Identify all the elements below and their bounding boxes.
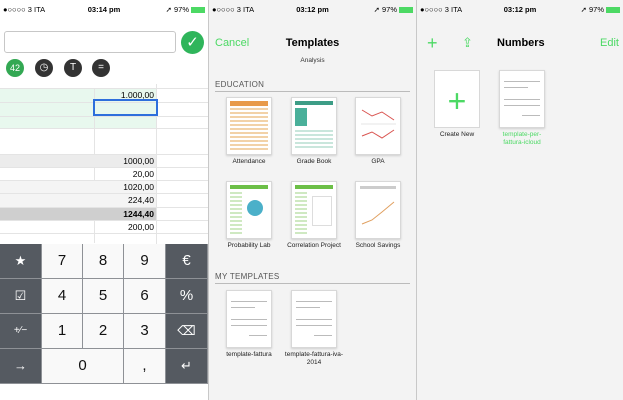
key-3[interactable]: 3 xyxy=(124,314,166,349)
percent-key[interactable]: % xyxy=(166,279,208,314)
template-label: template-fattura-iva-2014 xyxy=(284,351,344,366)
status-bar: ●○○○○ 3 ITA 03:12 pm ➚ 97% xyxy=(417,0,623,20)
battery-icon xyxy=(399,7,413,14)
template-label: GPA xyxy=(371,158,385,165)
number-format-button[interactable]: 42 xyxy=(6,59,24,77)
cell-value-total[interactable]: 1244,40 xyxy=(94,209,154,219)
euro-key[interactable]: € xyxy=(166,244,208,279)
gpa-chart-thumbnail xyxy=(361,109,396,139)
cell-value[interactable]: 1020,00 xyxy=(94,182,154,192)
battery-icon xyxy=(606,7,620,14)
templates-panel: ●○○○○ 3 ITA 03:12 pm ➚ 97% Cancel Templa… xyxy=(208,0,416,400)
active-cell[interactable] xyxy=(93,99,158,116)
key-6[interactable]: 6 xyxy=(124,279,166,314)
create-new-button[interactable]: + xyxy=(434,70,480,128)
numeric-keypad: ★ 7 8 9 € ☑ 4 5 6 % +∕− 1 2 3 ⌫ → 0 , ↵ xyxy=(0,244,208,384)
savings-chart-thumbnail xyxy=(361,201,395,225)
favorite-key[interactable]: ★ xyxy=(0,244,42,279)
key-8[interactable]: 8 xyxy=(83,244,124,279)
template-gpa[interactable] xyxy=(355,97,401,155)
documents-panel: ●○○○○ 3 ITA 03:12 pm ➚ 97% + ⇪ Numbers E… xyxy=(416,0,623,400)
key-1[interactable]: 1 xyxy=(42,314,83,349)
template-label: Probability Lab xyxy=(227,242,271,249)
clock-icon[interactable]: ◷ xyxy=(35,59,53,77)
document-label: template-per-fattura-icloud xyxy=(502,131,542,146)
document-template-per-fattura-icloud[interactable] xyxy=(499,70,545,128)
key-5[interactable]: 5 xyxy=(83,279,124,314)
template-school-savings[interactable] xyxy=(355,181,401,239)
page-title: Numbers xyxy=(497,37,545,49)
add-icon[interactable]: + xyxy=(427,33,438,54)
spreadsheet-editor-panel: ●○○○○ 3 ITA 03:14 pm ➚ 97% ✓ 42 ◷ T = 1.… xyxy=(0,0,208,400)
key-4[interactable]: 4 xyxy=(42,279,83,314)
template-label: School Savings xyxy=(355,242,401,249)
cell-value[interactable]: 224,40 xyxy=(94,195,154,205)
battery-icon xyxy=(191,7,205,14)
template-grade-book[interactable] xyxy=(291,97,337,155)
return-key[interactable]: ↵ xyxy=(166,349,208,384)
template-label: Grade Book xyxy=(296,158,332,165)
plus-icon: + xyxy=(447,83,467,119)
share-icon[interactable]: ⇪ xyxy=(462,35,473,51)
page-title: Templates xyxy=(285,37,340,49)
section-header-education: EDUCATION xyxy=(215,80,265,89)
next-cell-key[interactable]: → xyxy=(0,349,42,384)
template-attendance[interactable] xyxy=(226,97,272,155)
backspace-icon[interactable]: ⌫ xyxy=(166,314,208,349)
format-toolbar: 42 ◷ T = xyxy=(0,59,208,81)
template-correlation-project[interactable] xyxy=(291,181,337,239)
formula-input[interactable] xyxy=(4,31,176,53)
key-0[interactable]: 0 xyxy=(42,349,124,384)
cell-value[interactable]: 20,00 xyxy=(94,169,154,179)
key-9[interactable]: 9 xyxy=(124,244,166,279)
template-label: Correlation Project xyxy=(287,242,341,249)
previous-section-label: Analysis xyxy=(300,57,325,64)
section-header-my-templates: MY TEMPLATES xyxy=(215,272,280,281)
edit-button[interactable]: Edit xyxy=(600,37,619,49)
template-fattura[interactable] xyxy=(226,290,272,348)
template-fattura-iva-2014[interactable] xyxy=(291,290,337,348)
battery-indicator: ➚ 97% xyxy=(581,0,620,20)
key-2[interactable]: 2 xyxy=(83,314,124,349)
text-format-icon[interactable]: T xyxy=(64,59,82,77)
template-probability-lab[interactable] xyxy=(226,181,272,239)
cell-value[interactable]: 1000,00 xyxy=(94,156,154,166)
battery-indicator: ➚ 97% xyxy=(374,0,413,20)
battery-indicator: ➚ 97% xyxy=(166,0,205,20)
create-new-label: Create New xyxy=(439,131,475,138)
cell-value[interactable]: 200,00 xyxy=(94,222,154,232)
template-label: template-fattura xyxy=(226,351,272,358)
comma-key[interactable]: , xyxy=(124,349,166,384)
status-bar: ●○○○○ 3 ITA 03:12 pm ➚ 97% xyxy=(209,0,416,20)
template-label: Attendance xyxy=(232,158,266,165)
status-bar: ●○○○○ 3 ITA 03:14 pm ➚ 97% xyxy=(0,0,208,20)
checkbox-key[interactable]: ☑ xyxy=(0,279,42,314)
confirm-check-button[interactable]: ✓ xyxy=(181,31,204,54)
key-7[interactable]: 7 xyxy=(42,244,83,279)
plus-minus-key[interactable]: +∕− xyxy=(0,314,42,349)
equals-icon[interactable]: = xyxy=(92,59,110,77)
